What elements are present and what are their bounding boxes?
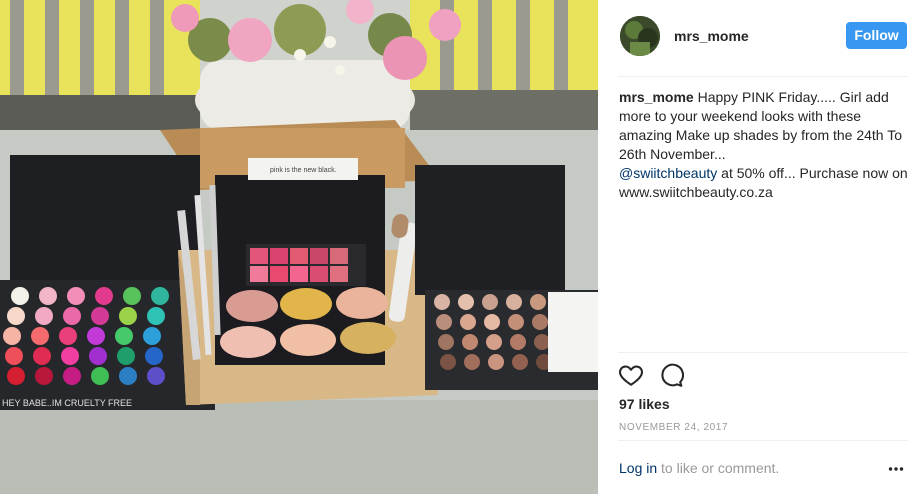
divider [618,352,908,353]
comment-prompt-text: to like or comment. [657,460,780,476]
heart-icon[interactable] [618,362,644,388]
caption-username[interactable]: mrs_mome [619,89,694,105]
palette-print: HEY BABE..IM CRUELTY FREE [2,398,132,408]
avatar[interactable] [620,16,660,56]
more-options-icon[interactable] [888,466,904,472]
post-sidebar: mrs_mome Follow mrs_mome Happy PINK Frid… [598,0,922,494]
likes-count[interactable]: 97 likes [619,396,670,412]
comment-icon[interactable] [658,362,684,388]
post-photo[interactable]: HEY BABE..IM CRUELTY FREE pink is the ne… [0,0,598,494]
box-card-print: pink is the new black. [270,167,337,174]
post-date[interactable]: NOVEMBER 24, 2017 [619,422,728,433]
post-actions [618,362,718,392]
post-caption: mrs_mome Happy PINK Friday..... Girl add… [619,88,909,202]
divider [618,76,908,77]
follow-button[interactable]: Follow [846,22,907,49]
divider [618,440,908,441]
comment-prompt: Log in to like or comment. [619,460,779,476]
caption-mention[interactable]: @swiitchbeauty [619,165,717,181]
header-username[interactable]: mrs_mome [674,28,749,44]
post-header: mrs_mome Follow [598,0,922,76]
login-link[interactable]: Log in [619,460,657,476]
